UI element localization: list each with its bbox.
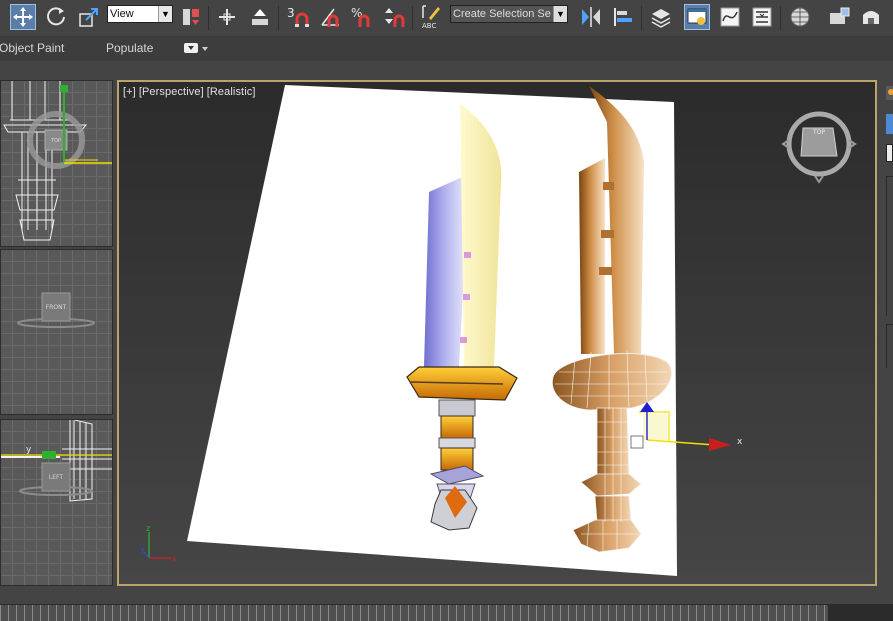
viewport-bottom-gap [0,588,893,604]
viewcube-label: TOP [812,129,825,136]
gizmo-x-arrow[interactable] [709,438,731,451]
command-panel-rollout [886,176,893,316]
tripod-z-label: z [146,524,150,533]
gizmo-x-label: x [737,437,743,447]
timeline-ticks[interactable] [0,605,828,621]
viewcube[interactable]: TOP [781,111,857,184]
timeline-end-cap [828,605,893,621]
named-selection-placeholder: Create Selection Se [453,8,551,20]
chevron-down-icon: ▼ [158,6,172,22]
ribbon-panel-area [0,61,893,80]
mirror-icon[interactable] [578,4,604,30]
edit-named-sel-label: ABC [422,22,436,30]
toolbar-divider [208,6,209,30]
ribbon-tab-row: Object Paint Populate [0,37,893,61]
top-gizmo-y-handle [60,85,68,92]
scene-explorer-icon[interactable] [684,4,710,30]
spinner-snap-icon[interactable] [381,4,407,30]
tripod-y-label: y [140,545,145,554]
command-panel-rollout-2 [886,324,893,368]
scale-icon[interactable] [76,4,102,30]
axis-tripod: z x y [140,524,177,563]
snap-2d-label: 3 [287,6,295,20]
tab-populate[interactable]: Populate [106,41,153,55]
sword-handle-band-1 [438,399,476,417]
toolbar-divider [278,6,279,30]
viewport-perspective[interactable]: x TOP z x y [+] [Perspective] [Realistic… [117,80,877,586]
viewport-front[interactable]: FRONT [0,249,113,415]
tab-object-paint[interactable]: Object Paint [0,41,64,55]
render-icon[interactable] [858,4,884,30]
main-toolbar: View ▼ 3 % ABC Create Selection Se ▼ [0,0,893,37]
curve-editor-icon[interactable] [717,4,743,30]
command-panel-field[interactable] [886,144,893,162]
viewport-top[interactable]: TOP [0,80,113,247]
sword-handle-band-2 [438,437,476,449]
reference-coord-value: View [110,8,134,20]
left-axis-label: y [26,445,32,455]
reference-coord-select[interactable]: View ▼ [107,5,173,23]
front-viewcube-label: FRONT [46,304,67,311]
toolbar-divider [641,6,642,30]
command-panel-edge [879,80,893,586]
toolbar-divider [780,6,781,30]
viewport-left[interactable]: y LEFT [0,419,113,586]
sword-handle-wrap-2 [440,447,474,471]
toolbar-divider [412,6,413,30]
sun-icon [888,89,893,95]
left-gizmo-handle [42,451,56,459]
gizmo-center-box[interactable] [630,435,644,449]
chevron-down-icon [202,47,208,51]
top-viewcube-label: TOP [50,138,61,144]
rotate-icon[interactable] [43,4,69,30]
viewport-label-view[interactable]: [Perspective] [139,86,204,98]
sword-handle-wrap-1 [440,415,474,439]
tripod-x-label: x [172,554,177,563]
snap-2d-icon[interactable]: 3 [285,4,315,30]
material-editor-icon[interactable] [787,4,813,30]
angle-snap-icon[interactable] [318,4,344,30]
command-panel-tab[interactable] [886,86,893,100]
select-move-icon[interactable] [10,4,36,30]
align-tool-icon[interactable] [610,4,636,30]
align-icon[interactable] [247,4,273,30]
edit-named-sets-icon[interactable]: ABC [419,4,445,30]
schematic-view-icon[interactable] [749,4,775,30]
timeline-track[interactable] [0,604,893,621]
left-viewcube-label: LEFT [49,474,63,481]
ribbon-options-dropdown[interactable] [184,42,210,56]
viewport-label-plus[interactable]: [+] [123,86,136,98]
3dsmax-window: View ▼ 3 % ABC Create Selection Se ▼ Obj… [0,0,893,621]
render-setup-icon[interactable] [826,4,852,30]
layers-icon[interactable] [648,4,674,30]
named-selection-set-field[interactable]: Create Selection Se ▼ [450,5,568,23]
command-panel-active-button[interactable] [886,114,893,134]
pivot-icon[interactable] [214,4,240,30]
viewport-label-shading[interactable]: [Realistic] [207,86,256,98]
viewport-label[interactable]: [+] [Perspective] [Realistic] [123,86,259,98]
chevron-down-icon: ▼ [553,6,567,22]
ribbon-options-icon [184,43,198,53]
percent-snap-icon[interactable]: % [349,4,375,30]
named-selection-icon[interactable] [178,4,204,30]
sword-bronze-blade-front [579,158,605,354]
